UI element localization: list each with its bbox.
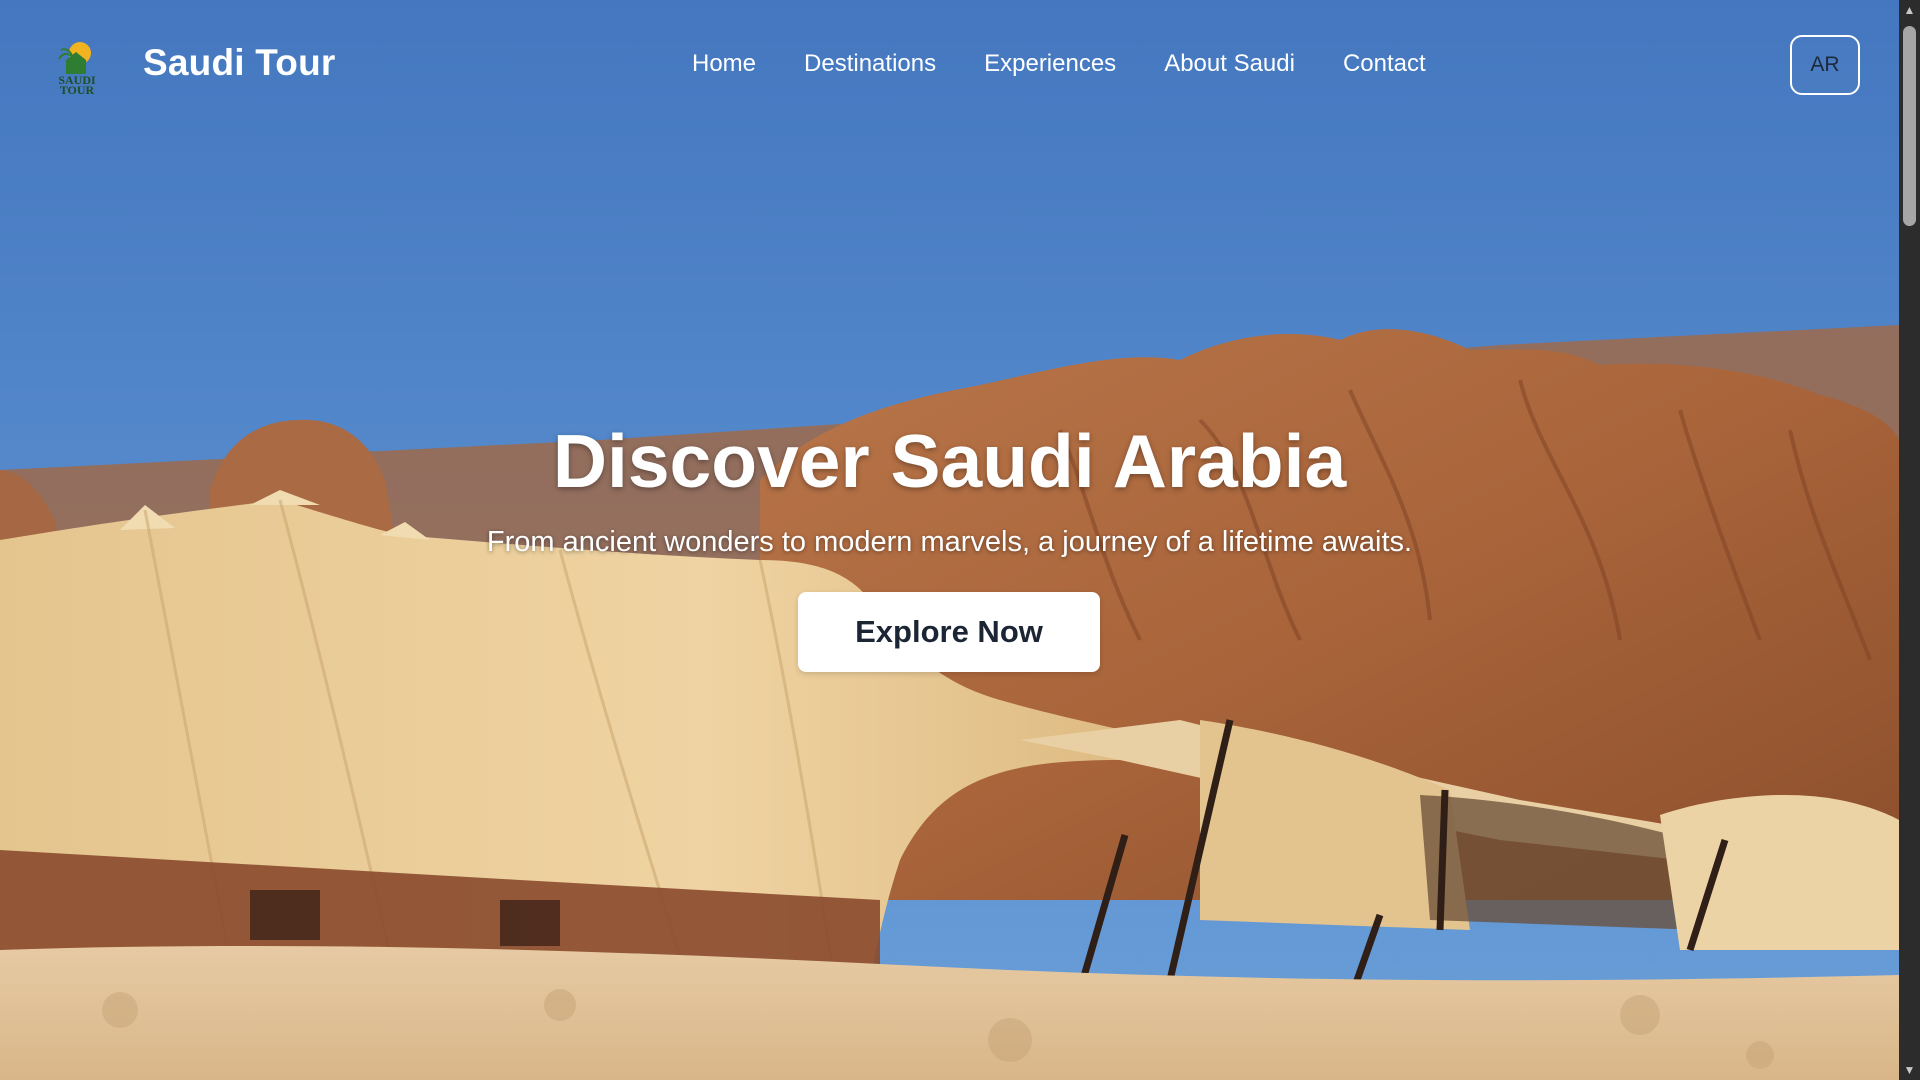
vertical-scrollbar[interactable]: ▲ ▼ bbox=[1899, 0, 1920, 1080]
hero-subtitle: From ancient wonders to modern marvels, … bbox=[486, 526, 1413, 558]
explore-now-button[interactable]: Explore Now bbox=[798, 592, 1100, 672]
chevron-down-icon[interactable]: ▼ bbox=[1899, 1060, 1920, 1080]
chevron-up-icon[interactable]: ▲ bbox=[1899, 0, 1920, 20]
hero-title: Discover Saudi Arabia bbox=[552, 419, 1347, 503]
hero-content: Discover Saudi Arabia From ancient wonde… bbox=[0, 0, 1899, 1080]
scrollbar-thumb[interactable] bbox=[1903, 26, 1916, 226]
